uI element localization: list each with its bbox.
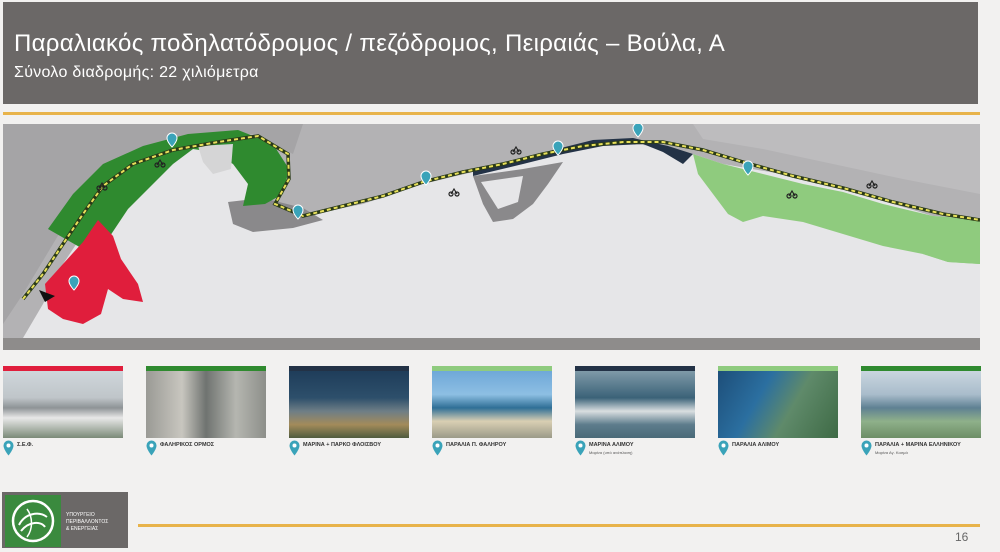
thumbnail-image	[575, 371, 695, 438]
caption-title: ΦΑΛΗΡΙΚΟΣ ΟΡΜΟΣ	[160, 442, 215, 448]
route-map	[3, 124, 980, 338]
location-pin-icon	[432, 440, 443, 456]
location-pin-icon	[146, 440, 157, 456]
logo-line: & ΕΝΕΡΓΕΙΑΣ	[66, 526, 99, 532]
caption-alimos-beach: ΠΑΡΑΛΙΑ ΑΛΙΜΟΥ	[718, 440, 843, 464]
thumbnail-image	[861, 371, 981, 438]
logo-line: ΥΠΟΥΡΓΕΙΟ	[66, 512, 95, 518]
caption-title: Σ.Ε.Φ.	[17, 442, 34, 448]
caption-alimos-marina: ΜΑΡΙΝΑ ΑΛΙΜΟΥ Μαρίνα (υπό ανάπλαση)	[575, 440, 700, 464]
location-pin-icon	[3, 440, 14, 456]
caption-title: ΠΑΡΑΛΙΑ ΑΛΙΜΟΥ	[732, 442, 780, 448]
caption-subtitle: Μαρίνα Αγ. Κοσμά	[875, 450, 908, 455]
thumbnail-sef	[3, 366, 123, 438]
slide-subtitle: Σύνολο διαδρομής: 22 χιλιόμετρα	[14, 64, 259, 81]
slide-header: Παραλιακός ποδηλατόδρομος / πεζόδρομος, …	[3, 2, 978, 104]
caption-title: ΠΑΡΑΛΙΑ + ΜΑΡΙΝΑ ΕΛΛΗΝΙΚΟΥ	[875, 442, 961, 448]
thumbnail-image	[718, 371, 838, 438]
thumbnail-p-faliro-beach	[432, 366, 552, 438]
caption-subtitle: Μαρίνα (υπό ανάπλαση)	[589, 450, 633, 455]
location-pin-icon	[861, 440, 872, 456]
caption-p-faliro-beach: ΠΑΡΑΛΙΑ Π. ΦΑΛΗΡΟΥ	[432, 440, 557, 464]
location-pin-icon	[575, 440, 586, 456]
caption-faliro-bay: ΦΑΛΗΡΙΚΟΣ ΟΡΜΟΣ	[146, 440, 271, 464]
location-pin-icon	[718, 440, 729, 456]
route-map-svg	[3, 124, 980, 338]
page-number: 16	[955, 530, 969, 544]
thumbnail-image	[289, 371, 409, 438]
slide-title: Παραλιακός ποδηλατόδρομος / πεζόδρομος, …	[14, 30, 726, 57]
ministry-logo: ΥΠΟΥΡΓΕΙΟ ΠΕΡΙΒΑΛΛΟΝΤΟΣ & ΕΝΕΡΓΕΙΑΣ	[2, 492, 128, 548]
caption-sef: Σ.Ε.Φ.	[3, 440, 128, 464]
thumbnail-image	[432, 371, 552, 438]
location-thumbnails: Σ.Ε.Φ. ΦΑΛΗΡΙΚΟΣ ΟΡΜΟΣ ΜΑΡΙΝΑ + ΠΑΡΚΟ ΦΛ…	[3, 366, 983, 461]
ministry-name: ΥΠΟΥΡΓΕΙΟ ΠΕΡΙΒΑΛΛΟΝΤΟΣ & ΕΝΕΡΓΕΙΑΣ	[66, 512, 126, 533]
map-shadow	[3, 338, 980, 350]
caption-title: ΠΑΡΑΛΙΑ Π. ΦΑΛΗΡΟΥ	[446, 442, 507, 448]
thumbnail-image	[146, 371, 266, 438]
logo-line: ΠΕΡΙΒΑΛΛΟΝΤΟΣ	[66, 519, 109, 525]
location-pin-icon	[289, 440, 300, 456]
caption-title: ΜΑΡΙΝΑ + ΠΑΡΚΟ ΦΛΟΙΣΒΟΥ	[303, 442, 382, 448]
thumbnail-elliniko	[861, 366, 981, 438]
thumbnail-alimos-marina	[575, 366, 695, 438]
header-divider	[3, 112, 980, 115]
footer-divider	[138, 524, 980, 527]
thumbnail-image	[3, 371, 123, 438]
caption-floisvos: ΜΑΡΙΝΑ + ΠΑΡΚΟ ΦΛΟΙΣΒΟΥ	[289, 440, 414, 464]
ministry-emblem-icon	[5, 495, 61, 547]
caption-elliniko: ΠΑΡΑΛΙΑ + ΜΑΡΙΝΑ ΕΛΛΗΝΙΚΟΥ Μαρίνα Αγ. Κο…	[861, 440, 986, 464]
caption-title: ΜΑΡΙΝΑ ΑΛΙΜΟΥ	[589, 442, 634, 448]
thumbnail-faliro-bay	[146, 366, 266, 438]
thumbnail-floisvos	[289, 366, 409, 438]
thumbnail-alimos-beach	[718, 366, 838, 438]
